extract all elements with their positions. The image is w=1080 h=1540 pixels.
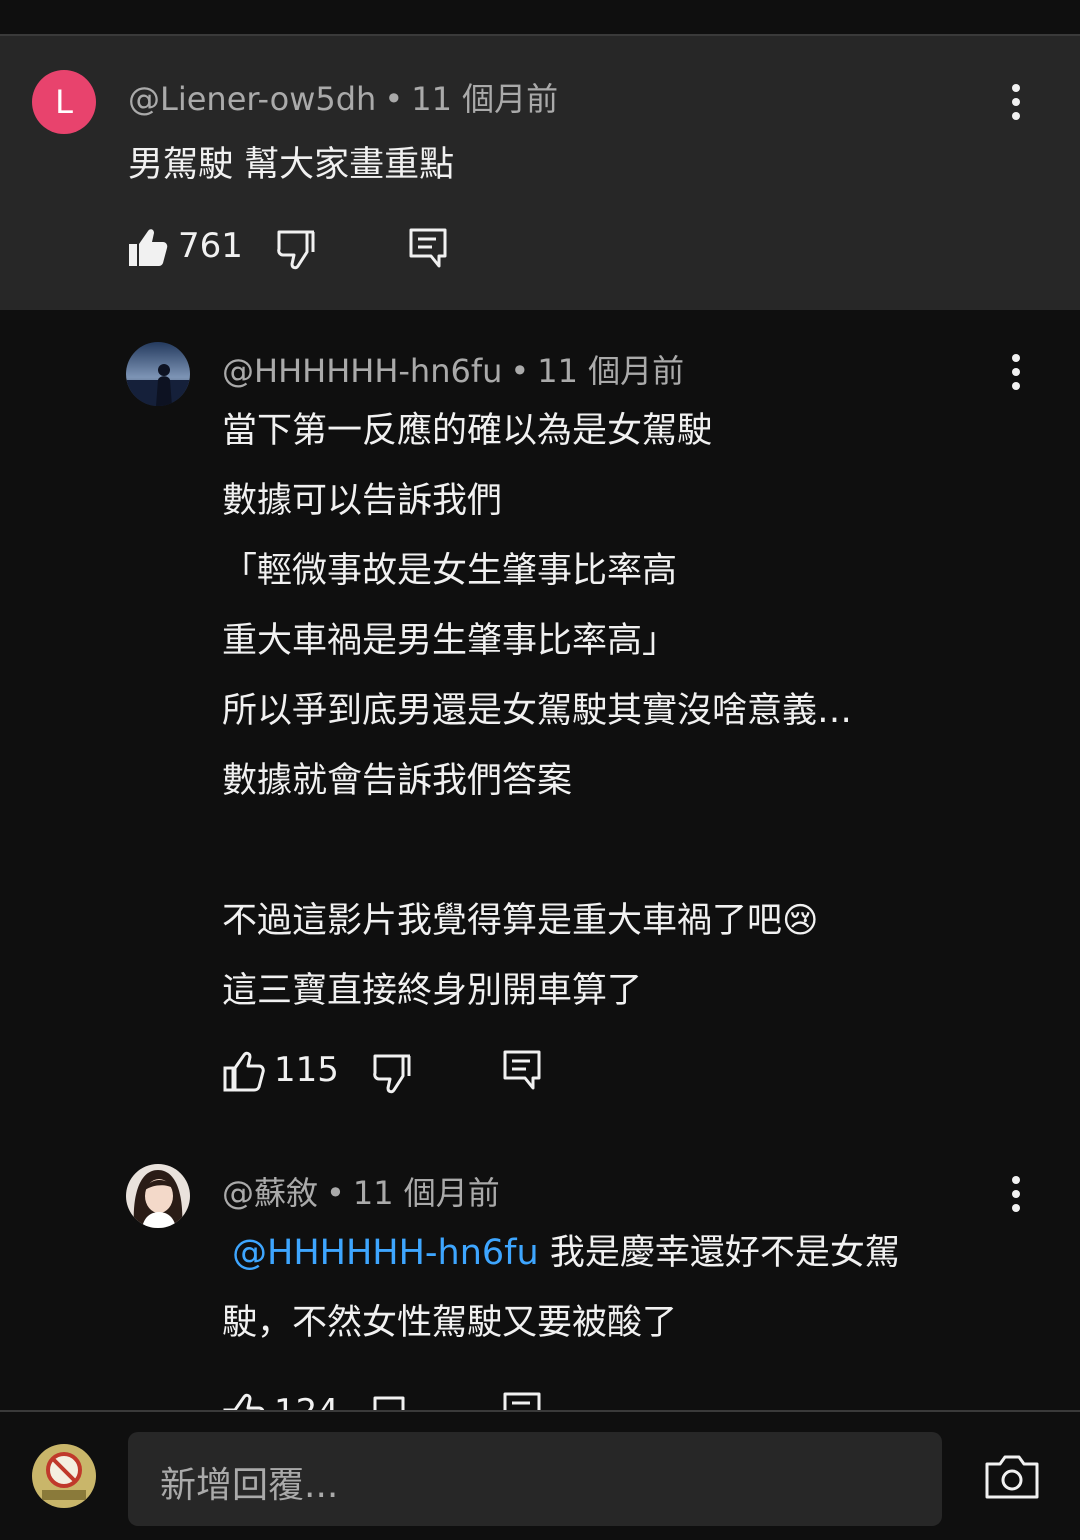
avatar[interactable]: L (32, 70, 96, 134)
avatar[interactable] (126, 342, 190, 406)
camera-icon[interactable] (984, 1454, 1040, 1500)
reply-input-placeholder: 新增回覆... (160, 1465, 339, 1506)
comment-line: 數據可以告訴我們 (222, 481, 503, 521)
avatar-image-icon (126, 1164, 190, 1228)
comment-line: 所以爭到底男還是女駕駛其實沒啥意義… (222, 691, 853, 731)
thumb-up-icon[interactable] (222, 1050, 266, 1094)
author-name[interactable]: @Liener-ow5dh (128, 80, 376, 118)
more-vert-icon[interactable] (996, 78, 1036, 126)
comment-meta: @HHHHHH-hn6fu • 11 個月前 (222, 346, 684, 392)
comment-text: @HHHHHH-hn6fu 我是慶幸還好不是女駕 駛，不然女性駕駛又要被酸了 (222, 1218, 900, 1358)
comment-line: @HHHHHH-hn6fu 我是慶幸還好不是女駕 (222, 1218, 900, 1288)
reply-icon[interactable] (500, 1048, 544, 1092)
parent-comment: L @Liener-ow5dh • 11 個月前 男駕駛 幫大家畫重點 761 (0, 36, 1080, 310)
like-count: 761 (178, 226, 243, 266)
comment-line: 數據就會告訴我們答案 (222, 761, 573, 801)
mention-link[interactable]: @HHHHHH-hn6fu (232, 1233, 539, 1273)
avatar[interactable] (126, 1164, 190, 1228)
author-name[interactable]: @HHHHHH-hn6fu (222, 352, 502, 390)
comment-time: 11 個月前 (352, 1174, 500, 1212)
more-vert-icon[interactable] (996, 348, 1036, 396)
comment-thread-page: L @Liener-ow5dh•11 個月前 男駕駛 幫大家畫重點 761 (0, 0, 1080, 1540)
comment-line: 「輕微事故是女生肇事比率高 (222, 551, 678, 591)
more-vert-icon[interactable] (996, 1170, 1036, 1218)
comment-line: 重大車禍是男生肇事比率高」 (222, 621, 678, 661)
comment-line: 不過這影片我覺得算是重大車禍了吧😢 (222, 901, 819, 941)
comment-time: 11 個月前 (537, 352, 685, 390)
comment-line: 這三寶直接終身別開車算了 (222, 971, 643, 1011)
reply-input[interactable]: 新增回覆... (128, 1432, 942, 1526)
meta-separator: • (384, 80, 404, 118)
avatar-image-icon (126, 342, 190, 406)
meta-separator: • (326, 1174, 345, 1212)
comment-line-text: 我是慶幸還好不是女駕 (538, 1233, 900, 1273)
avatar[interactable] (32, 1444, 96, 1508)
comment-line: 駛，不然女性駕駛又要被酸了 (222, 1303, 678, 1343)
comment-meta: @蘇敘 • 11 個月前 (222, 1168, 500, 1214)
avatar-image-icon (32, 1444, 96, 1508)
thumb-down-icon[interactable] (370, 1052, 414, 1096)
comment-text: 當下第一反應的確以為是女駕駛 數據可以告訴我們 「輕微事故是女生肇事比率高 重大… (222, 396, 852, 1026)
thumb-down-icon[interactable] (274, 228, 318, 272)
author-name[interactable]: @蘇敘 (222, 1174, 318, 1212)
comment-line: 當下第一反應的確以為是女駕駛 (222, 411, 713, 451)
reply-composer: 新增回覆... (0, 1410, 1080, 1540)
like-count: 115 (274, 1050, 339, 1090)
comment-text: 男駕駛 幫大家畫重點 (128, 145, 455, 185)
meta-separator: • (510, 352, 530, 390)
comment-time: 11 個月前 (411, 80, 559, 118)
comment-meta: @Liener-ow5dh • 11 個月前 (128, 74, 558, 120)
comment-line (222, 816, 852, 886)
thumb-up-icon[interactable] (126, 226, 170, 270)
top-divider (0, 0, 1080, 36)
reply-icon[interactable] (406, 226, 450, 270)
